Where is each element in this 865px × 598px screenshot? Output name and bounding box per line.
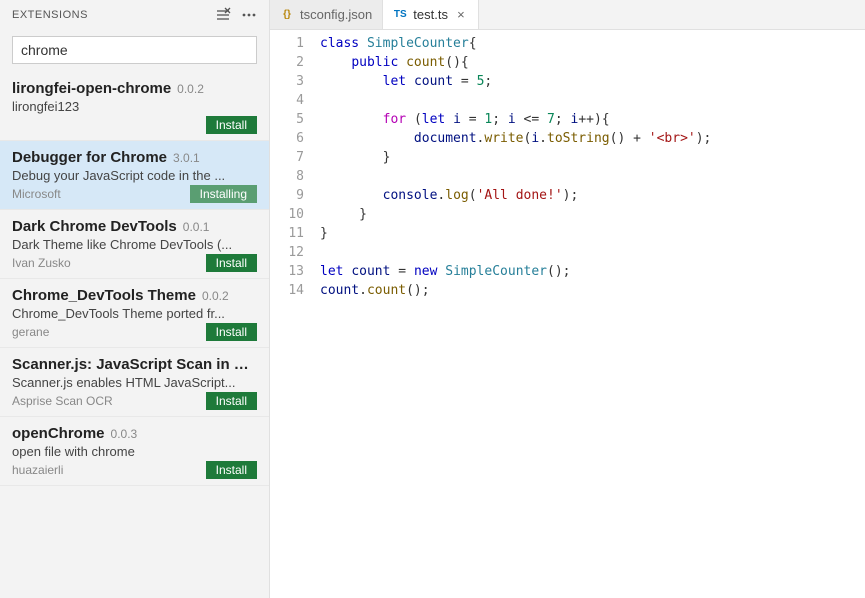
extension-name: Dark Chrome DevTools (12, 218, 177, 235)
extension-name: Chrome_DevTools Theme (12, 287, 196, 304)
editor-area: {}tsconfig.jsonTStest.ts× 12345678910111… (270, 0, 865, 598)
line-number: 2 (270, 53, 304, 72)
extension-description: Dark Theme like Chrome DevTools (... (12, 237, 257, 252)
extension-publisher: Asprise Scan OCR (12, 394, 113, 408)
install-button[interactable]: Install (206, 116, 257, 134)
line-gutter: 1234567891011121314 (270, 34, 320, 598)
line-number: 8 (270, 167, 304, 186)
code-content[interactable]: class SimpleCounter{ public count(){ let… (320, 34, 865, 598)
code-line: class SimpleCounter{ (320, 34, 865, 53)
code-line: count.count(); (320, 281, 865, 300)
install-button[interactable]: Install (206, 254, 257, 272)
tab-bar: {} tsconfig.json TS test.ts × (270, 0, 865, 30)
extension-publisher: Ivan Zuskо (12, 256, 71, 270)
editor-tab[interactable]: {} tsconfig.json (270, 0, 383, 29)
code-line: } (320, 205, 865, 224)
code-line: public count(){ (320, 53, 865, 72)
install-button[interactable]: Install (206, 323, 257, 341)
line-number: 9 (270, 186, 304, 205)
extension-description: Chrome_DevTools Theme ported fr... (12, 306, 257, 321)
extensions-sidebar: EXTENSIONS lirongfei-open-chrome0.0.2lir… (0, 0, 270, 598)
install-button[interactable]: Install (206, 461, 257, 479)
line-number: 12 (270, 243, 304, 262)
tab-label: tsconfig.json (300, 7, 372, 22)
line-number: 5 (270, 110, 304, 129)
tab-label: test.ts (413, 7, 448, 22)
clear-filter-icon[interactable] (215, 7, 231, 23)
extension-description: open file with chrome (12, 444, 257, 459)
extension-item[interactable]: Debugger for Chrome 3.0.1 Debug your JavaS… (0, 141, 269, 210)
ts-file-icon: TS (393, 8, 407, 22)
code-line (320, 91, 865, 110)
code-line: } (320, 224, 865, 243)
line-number: 3 (270, 72, 304, 91)
line-number: 1 (270, 34, 304, 53)
extension-item[interactable]: lirongfei-open-chrome 0.0.2 lirongfei123 In… (0, 72, 269, 141)
extension-name: Debugger for Chrome (12, 149, 167, 166)
line-number: 7 (270, 148, 304, 167)
extension-version: 0.0.3 (111, 427, 138, 441)
search-input[interactable] (12, 36, 257, 64)
close-icon[interactable]: × (454, 8, 468, 22)
extension-description: Debug your JavaScript code in the ... (12, 168, 257, 183)
code-line: for (let i = 1; i <= 7; i++){ (320, 110, 865, 129)
editor-tab[interactable]: TS test.ts × (383, 0, 479, 29)
extension-version: 0.0.2 (177, 82, 204, 96)
code-line: let count = new SimpleCounter(); (320, 262, 865, 281)
installing-button[interactable]: Installing (190, 185, 257, 203)
extension-name: openChrome (12, 425, 105, 442)
code-editor[interactable]: 1234567891011121314 class SimpleCounter{… (270, 30, 865, 598)
install-button[interactable]: Install (206, 392, 257, 410)
extensions-search (12, 36, 257, 64)
extensions-list[interactable]: lirongfei-open-chrome 0.0.2 lirongfei123 In… (0, 72, 269, 598)
extension-description: Scanner.js enables HTML JavaScript... (12, 375, 257, 390)
line-number: 10 (270, 205, 304, 224)
line-number: 6 (270, 129, 304, 148)
json-file-icon: {} (280, 8, 294, 22)
code-line (320, 167, 865, 186)
extension-item[interactable]: Scanner.js: JavaScript Scan in Chro Scann… (0, 348, 269, 417)
extension-item[interactable]: openChrome 0.0.3 open file with chrome huaz… (0, 417, 269, 486)
extension-version: 3.0.1 (173, 151, 200, 165)
extension-publisher: Microsoft (12, 187, 61, 201)
code-line: document.write(i.toString() + '<br>'); (320, 129, 865, 148)
extension-name: lirongfei-open-chrome (12, 80, 171, 97)
sidebar-header-actions (215, 7, 257, 23)
extension-version: 0.0.2 (202, 289, 229, 303)
line-number: 4 (270, 91, 304, 110)
sidebar-title: EXTENSIONS (12, 9, 88, 21)
line-number: 14 (270, 281, 304, 300)
extension-name: Scanner.js: JavaScript Scan in Chro (12, 356, 257, 373)
code-line: let count = 5; (320, 72, 865, 91)
code-line: } (320, 148, 865, 167)
line-number: 13 (270, 262, 304, 281)
extension-item[interactable]: Dark Chrome DevTools 0.0.1 Dark Theme like… (0, 210, 269, 279)
extension-item[interactable]: Chrome_DevTools Theme 0.0.2 Chrome_DevTool… (0, 279, 269, 348)
sidebar-header: EXTENSIONS (0, 0, 269, 30)
more-actions-icon[interactable] (241, 7, 257, 23)
extension-publisher: gerane (12, 325, 49, 339)
code-line: console.log('All done!'); (320, 186, 865, 205)
line-number: 11 (270, 224, 304, 243)
extension-version: 0.0.1 (183, 220, 210, 234)
code-line (320, 243, 865, 262)
extension-publisher: huazaierli (12, 463, 63, 477)
extension-description: lirongfei123 (12, 99, 257, 114)
